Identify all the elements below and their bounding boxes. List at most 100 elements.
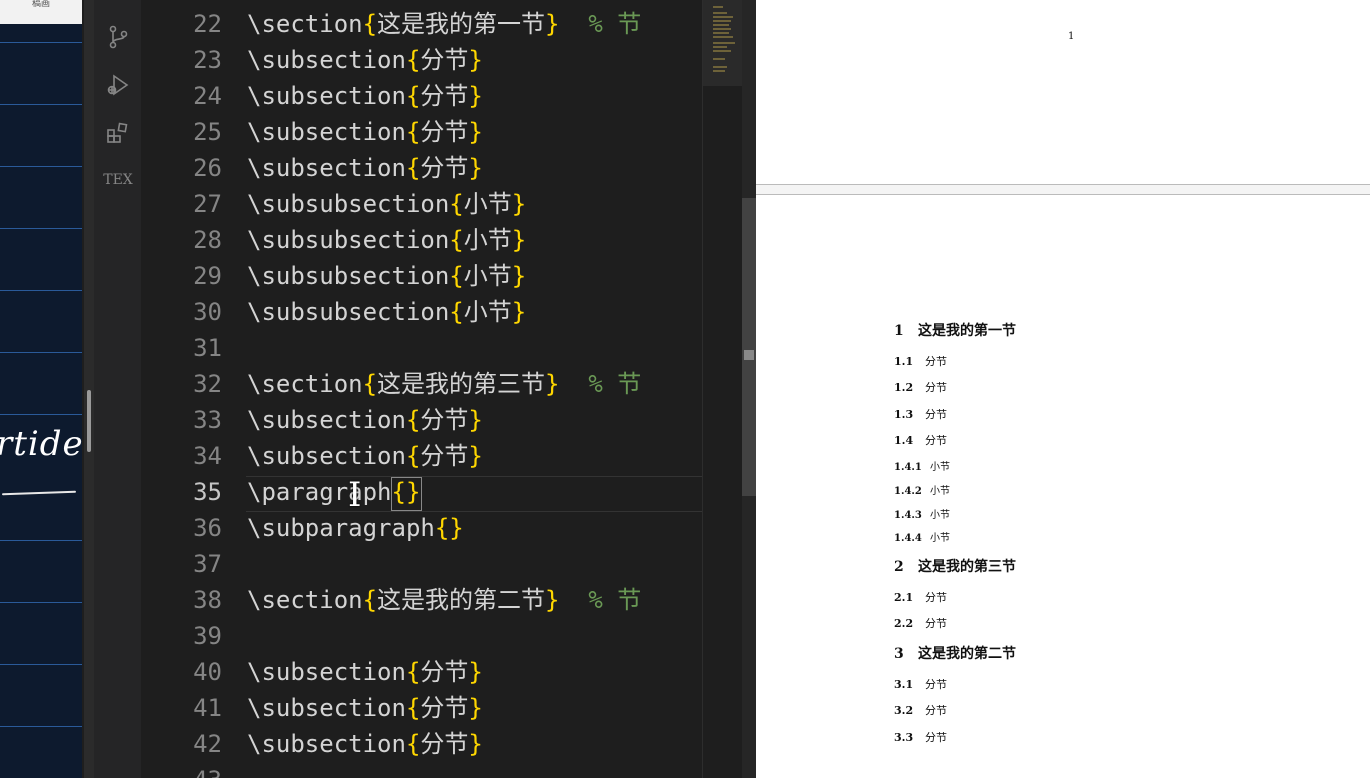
line-number: 29 xyxy=(193,262,222,290)
toc-entry-title: 小节 xyxy=(930,486,950,497)
brace: { xyxy=(405,82,421,110)
notes-ruled-line xyxy=(0,540,82,541)
latex-command: \section xyxy=(247,10,363,38)
line-number: 39 xyxy=(193,622,222,650)
toc-entry-number: 1.3 xyxy=(894,408,914,421)
activity-bar: TEX xyxy=(94,0,141,778)
brace: } xyxy=(468,118,483,146)
toc-entry-number: 3.2 xyxy=(894,704,914,717)
code-line[interactable]: 30 \subsubsection{小节} xyxy=(141,294,702,330)
code-line[interactable]: 24 \subsection{分节} xyxy=(141,78,702,114)
code-line[interactable]: 40 \subsection{分节} xyxy=(141,654,702,690)
toc-entry-title: 分节 xyxy=(925,355,947,368)
code-line[interactable]: 23 \subsection{分节} xyxy=(141,42,702,78)
toc-entry-number: 3.3 xyxy=(894,731,914,744)
text-cursor-icon: I xyxy=(348,475,362,515)
latex-command: \subsection xyxy=(247,442,406,470)
command-argument: 这是我的第一节 xyxy=(377,10,546,38)
code-line[interactable]: 32 \section{这是我的第三节} % 节 xyxy=(141,366,702,402)
toc-entry-number: 3.1 xyxy=(894,678,914,691)
code-line[interactable]: 43 xyxy=(141,762,702,778)
brace: { xyxy=(449,190,464,218)
toc-entry[interactable]: 3.1 分节 xyxy=(894,676,947,692)
code-text: \subsection{分节} xyxy=(247,150,483,186)
toc-entry[interactable]: 1.2 分节 xyxy=(894,379,947,395)
toc-entry[interactable]: 3.2 分节 xyxy=(894,702,947,718)
code-line[interactable]: 37 xyxy=(141,546,702,582)
pdf-preview[interactable]: 1 1 这是我的第一节 1.1 分节 1.2 分节 1.3 分节 1.4 分节 1.4.1 小节 1.4… xyxy=(756,0,1370,778)
toc-entry[interactable]: 1.4.4 小节 xyxy=(894,529,950,544)
toc-entry-title: 小节 xyxy=(930,510,950,521)
editor-scroll-thumb[interactable] xyxy=(742,198,756,496)
line-number: 43 xyxy=(141,762,222,778)
tex-icon[interactable]: TEX xyxy=(103,167,133,193)
toc-entry-title: 这是我的第三节 xyxy=(918,559,1016,575)
line-number: 24 xyxy=(193,82,222,110)
code-text: \section{这是我的第二节} % 节 xyxy=(247,582,641,618)
notes-scroll-thumb[interactable] xyxy=(87,390,91,452)
notes-ruled-line xyxy=(0,414,82,415)
code-line[interactable]: 39 xyxy=(141,618,702,654)
brace: } xyxy=(545,10,560,38)
toc-entry[interactable]: 3 这是我的第二节 xyxy=(894,643,1016,663)
source-control-icon[interactable] xyxy=(105,24,131,50)
brace: { xyxy=(405,730,421,758)
toc-entry[interactable]: 1 这是我的第一节 xyxy=(894,320,1016,340)
toc-entry-number: 1.1 xyxy=(894,355,914,368)
code-text: \subsection{分节} xyxy=(247,690,483,726)
toc-entry[interactable]: 2 这是我的第三节 xyxy=(894,556,1016,576)
minimap-line xyxy=(713,32,729,34)
code-line[interactable]: 38 \section{这是我的第二节} % 节 xyxy=(141,582,702,618)
run-debug-icon[interactable] xyxy=(105,72,131,98)
latex-command: \subsubsection xyxy=(247,298,450,326)
minimap[interactable] xyxy=(702,0,743,778)
minimap-line xyxy=(713,16,733,18)
code-line[interactable]: 31 xyxy=(141,330,702,366)
code-line[interactable]: 26 \subsection{分节} xyxy=(141,150,702,186)
notes-scrollbar[interactable] xyxy=(84,0,94,778)
latex-command: \section xyxy=(247,586,363,614)
command-argument: 小节 xyxy=(463,226,512,254)
toc-entry[interactable]: 1.3 分节 xyxy=(894,406,947,422)
brace: { xyxy=(405,118,421,146)
notes-ruled-line xyxy=(0,42,82,43)
line-number: 27 xyxy=(193,190,222,218)
command-argument: 小节 xyxy=(463,262,512,290)
code-line[interactable]: 42 \subsection{分节} xyxy=(141,726,702,762)
toc-entry-number: 1.4.3 xyxy=(894,510,922,521)
toc-entry-title: 分节 xyxy=(925,434,947,447)
latex-command: \subsubsection xyxy=(247,262,450,290)
code-line[interactable]: 27 \subsubsection{小节} xyxy=(141,186,702,222)
code-editor[interactable]: 22 \section{这是我的第一节} % 节 23 \subsection{分节}… xyxy=(141,0,702,778)
brace: { xyxy=(362,10,378,38)
minimap-line xyxy=(713,42,735,44)
brace: { xyxy=(362,370,378,398)
extensions-icon[interactable] xyxy=(105,120,131,146)
editor-scrollbar[interactable] xyxy=(742,0,756,778)
code-line[interactable]: 36 \subparagraph{} xyxy=(141,510,702,546)
notes-ruled-line xyxy=(0,104,82,105)
minimap-line xyxy=(713,20,731,22)
toc-entry[interactable]: 2.2 分节 xyxy=(894,615,947,631)
code-text: \section{这是我的第一节} % 节 xyxy=(247,6,641,42)
command-argument: 分节 xyxy=(420,82,469,110)
brace: } xyxy=(511,190,527,218)
toc-entry[interactable]: 2.1 分节 xyxy=(894,589,947,605)
toc-entry[interactable]: 3.3 分节 xyxy=(894,729,947,745)
brace: { xyxy=(405,694,421,722)
toc-entry[interactable]: 1.4.2 小节 xyxy=(894,482,950,497)
toc-entry[interactable]: 1.4.1 小节 xyxy=(894,458,950,473)
code-line[interactable]: 25 \subsection{分节} xyxy=(141,114,702,150)
toc-entry[interactable]: 1.1 分节 xyxy=(894,353,947,369)
minimap-line xyxy=(713,46,727,48)
code-line[interactable]: 22 \section{这是我的第一节} % 节 xyxy=(141,6,702,42)
code-line[interactable]: 33 \subsection{分节} xyxy=(141,402,702,438)
code-line[interactable]: 29 \subsubsection{小节} xyxy=(141,258,702,294)
code-line[interactable]: 28 \subsubsection{小节} xyxy=(141,222,702,258)
command-argument: 分节 xyxy=(420,154,469,182)
code-line[interactable]: 34 \subsection{分节} xyxy=(141,438,702,474)
toc-entry[interactable]: 1.4 分节 xyxy=(894,432,947,448)
toc-entry[interactable]: 1.4.3 小节 xyxy=(894,506,950,521)
toc-entry-title: 分节 xyxy=(925,731,947,744)
code-line[interactable]: 41 \subsection{分节} xyxy=(141,690,702,726)
